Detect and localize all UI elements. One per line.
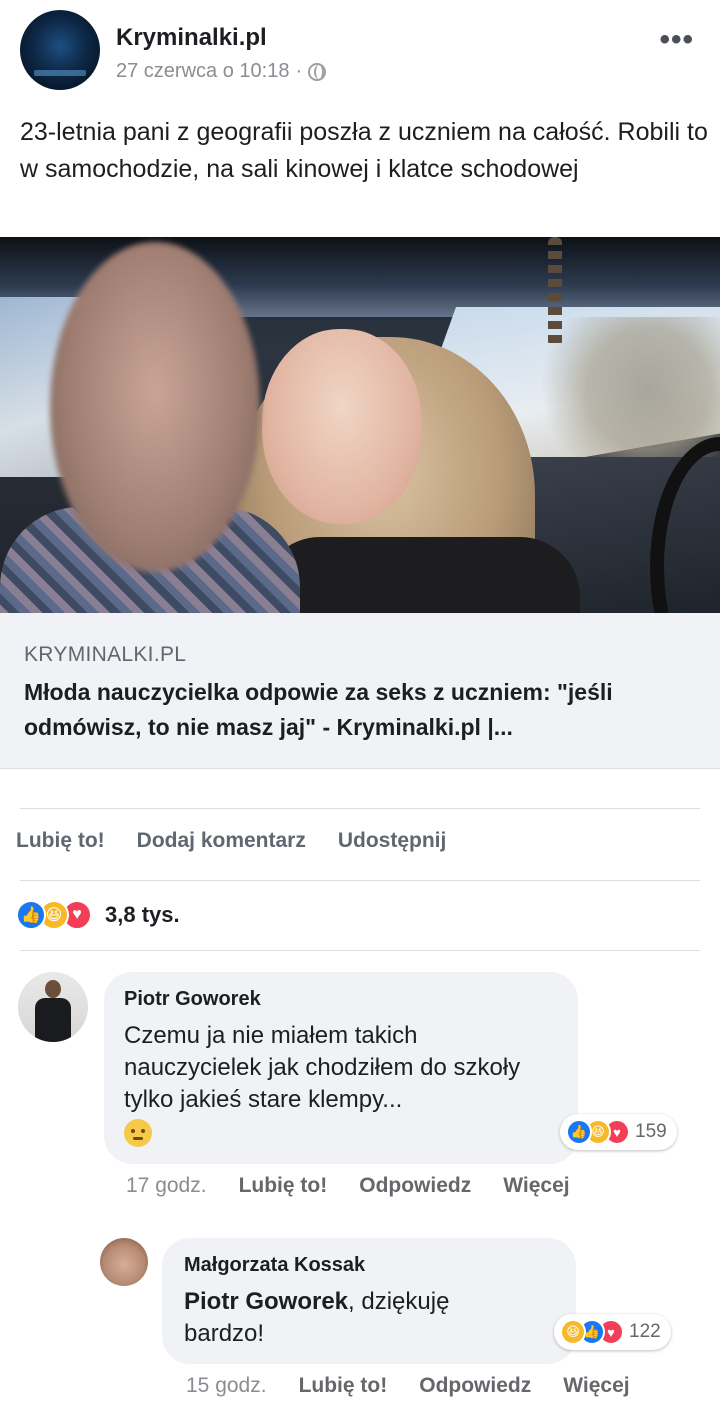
- comment-meta: 17 godz. Lubię to! Odpowiedz Więcej: [126, 1174, 570, 1198]
- link-title: Młoda nauczycielka odpowie za seks z ucz…: [24, 679, 613, 740]
- globe-icon: [308, 62, 327, 81]
- post-photo[interactable]: [0, 237, 720, 613]
- link-preview[interactable]: KRYMINALKI.PL Młoda nauczycielka odpowie…: [0, 613, 720, 769]
- comment-text: Czemu ja nie miałem takich nauczycielek …: [124, 1020, 544, 1148]
- haha-icon: 😆: [560, 1319, 586, 1345]
- comment-text: Piotr Goworek, dziękuję bardzo!: [184, 1286, 514, 1350]
- post-timestamp[interactable]: 27 czerwca o 10:18: [116, 60, 289, 83]
- link-domain: KRYMINALKI.PL: [24, 643, 187, 666]
- comment-mention[interactable]: Piotr Goworek: [184, 1288, 348, 1315]
- avatar[interactable]: [100, 1238, 148, 1286]
- post-actions: Lubię to! Dodaj komentarz Udostępnij: [16, 829, 446, 853]
- pensive-face-emoji: [124, 1118, 152, 1147]
- comment-bubble: Piotr Goworek Czemu ja nie miałem takich…: [104, 972, 578, 1164]
- comment-more-button[interactable]: Więcej: [503, 1174, 569, 1198]
- comment-reply-button[interactable]: Odpowiedz: [359, 1174, 471, 1198]
- comment-reaction-count: 159: [635, 1121, 667, 1142]
- comment-reactions[interactable]: 😆 👍 ♥ 122: [554, 1314, 671, 1350]
- reactions-summary[interactable]: 👍 😆 ♥ 3,8 tys.: [16, 900, 180, 930]
- comment-time[interactable]: 17 godz.: [126, 1174, 207, 1198]
- reaction-count: 3,8 tys.: [105, 902, 180, 927]
- divider: [20, 880, 700, 881]
- comment-time[interactable]: 15 godz.: [186, 1374, 267, 1398]
- like-icon: 👍: [16, 900, 46, 930]
- like-icon: 👍: [566, 1119, 592, 1145]
- post-text: 23-letnia pani z geografii poszła z uczn…: [20, 118, 708, 183]
- like-button[interactable]: Lubię to!: [16, 829, 105, 853]
- page-avatar[interactable]: [20, 10, 100, 90]
- share-button[interactable]: Udostępnij: [338, 829, 447, 853]
- comment-reply-button[interactable]: Odpowiedz: [419, 1374, 531, 1398]
- comment-reaction-count: 122: [629, 1321, 661, 1342]
- comment-like-button[interactable]: Lubię to!: [239, 1174, 328, 1198]
- post-header: Kryminalki.pl 27 czerwca o 10:18 · •••: [0, 0, 720, 100]
- comment-author[interactable]: Małgorzata Kossak: [184, 1254, 365, 1277]
- post-meta: 27 czerwca o 10:18 ·: [116, 60, 327, 83]
- comment-button[interactable]: Dodaj komentarz: [137, 829, 306, 853]
- page-name[interactable]: Kryminalki.pl: [116, 24, 267, 52]
- comment-bubble: Małgorzata Kossak Piotr Goworek, dziękuj…: [162, 1238, 576, 1364]
- comment-meta: 15 godz. Lubię to! Odpowiedz Więcej: [186, 1374, 630, 1398]
- avatar[interactable]: [18, 972, 88, 1042]
- comment-author[interactable]: Piotr Goworek: [124, 988, 261, 1011]
- comment-reactions[interactable]: 👍 😆 ♥ 159: [560, 1114, 677, 1150]
- more-icon[interactable]: •••: [659, 25, 694, 55]
- divider: [20, 808, 700, 809]
- comment-body: Czemu ja nie miałem takich nauczycielek …: [124, 1022, 521, 1113]
- divider: [20, 950, 700, 951]
- comment-more-button[interactable]: Więcej: [563, 1374, 629, 1398]
- meta-separator: ·: [295, 60, 303, 82]
- blurred-face: [50, 242, 260, 572]
- comment-like-button[interactable]: Lubię to!: [299, 1374, 388, 1398]
